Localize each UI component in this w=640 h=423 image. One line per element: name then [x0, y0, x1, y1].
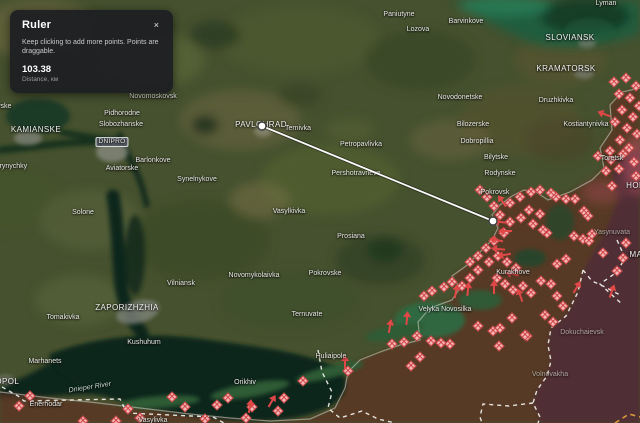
- ruler-distance-value: 103.38: [22, 64, 161, 75]
- ruler-point-handle[interactable]: [258, 122, 266, 130]
- ruler-distance-unit: Distance, км: [22, 76, 161, 83]
- ruler-instructions: Keep clicking to add more points. Points…: [22, 38, 161, 56]
- close-icon[interactable]: ×: [152, 19, 161, 31]
- ruler-line: [262, 126, 493, 221]
- ruler-panel-title: Ruler: [22, 19, 51, 31]
- ruler-point-handle[interactable]: [489, 217, 497, 225]
- map-app: PaniutyneLozovaBarvinkoveLymanSLOVIANSKK…: [0, 0, 640, 423]
- ruler-panel: Ruler × Keep clicking to add more points…: [10, 10, 173, 93]
